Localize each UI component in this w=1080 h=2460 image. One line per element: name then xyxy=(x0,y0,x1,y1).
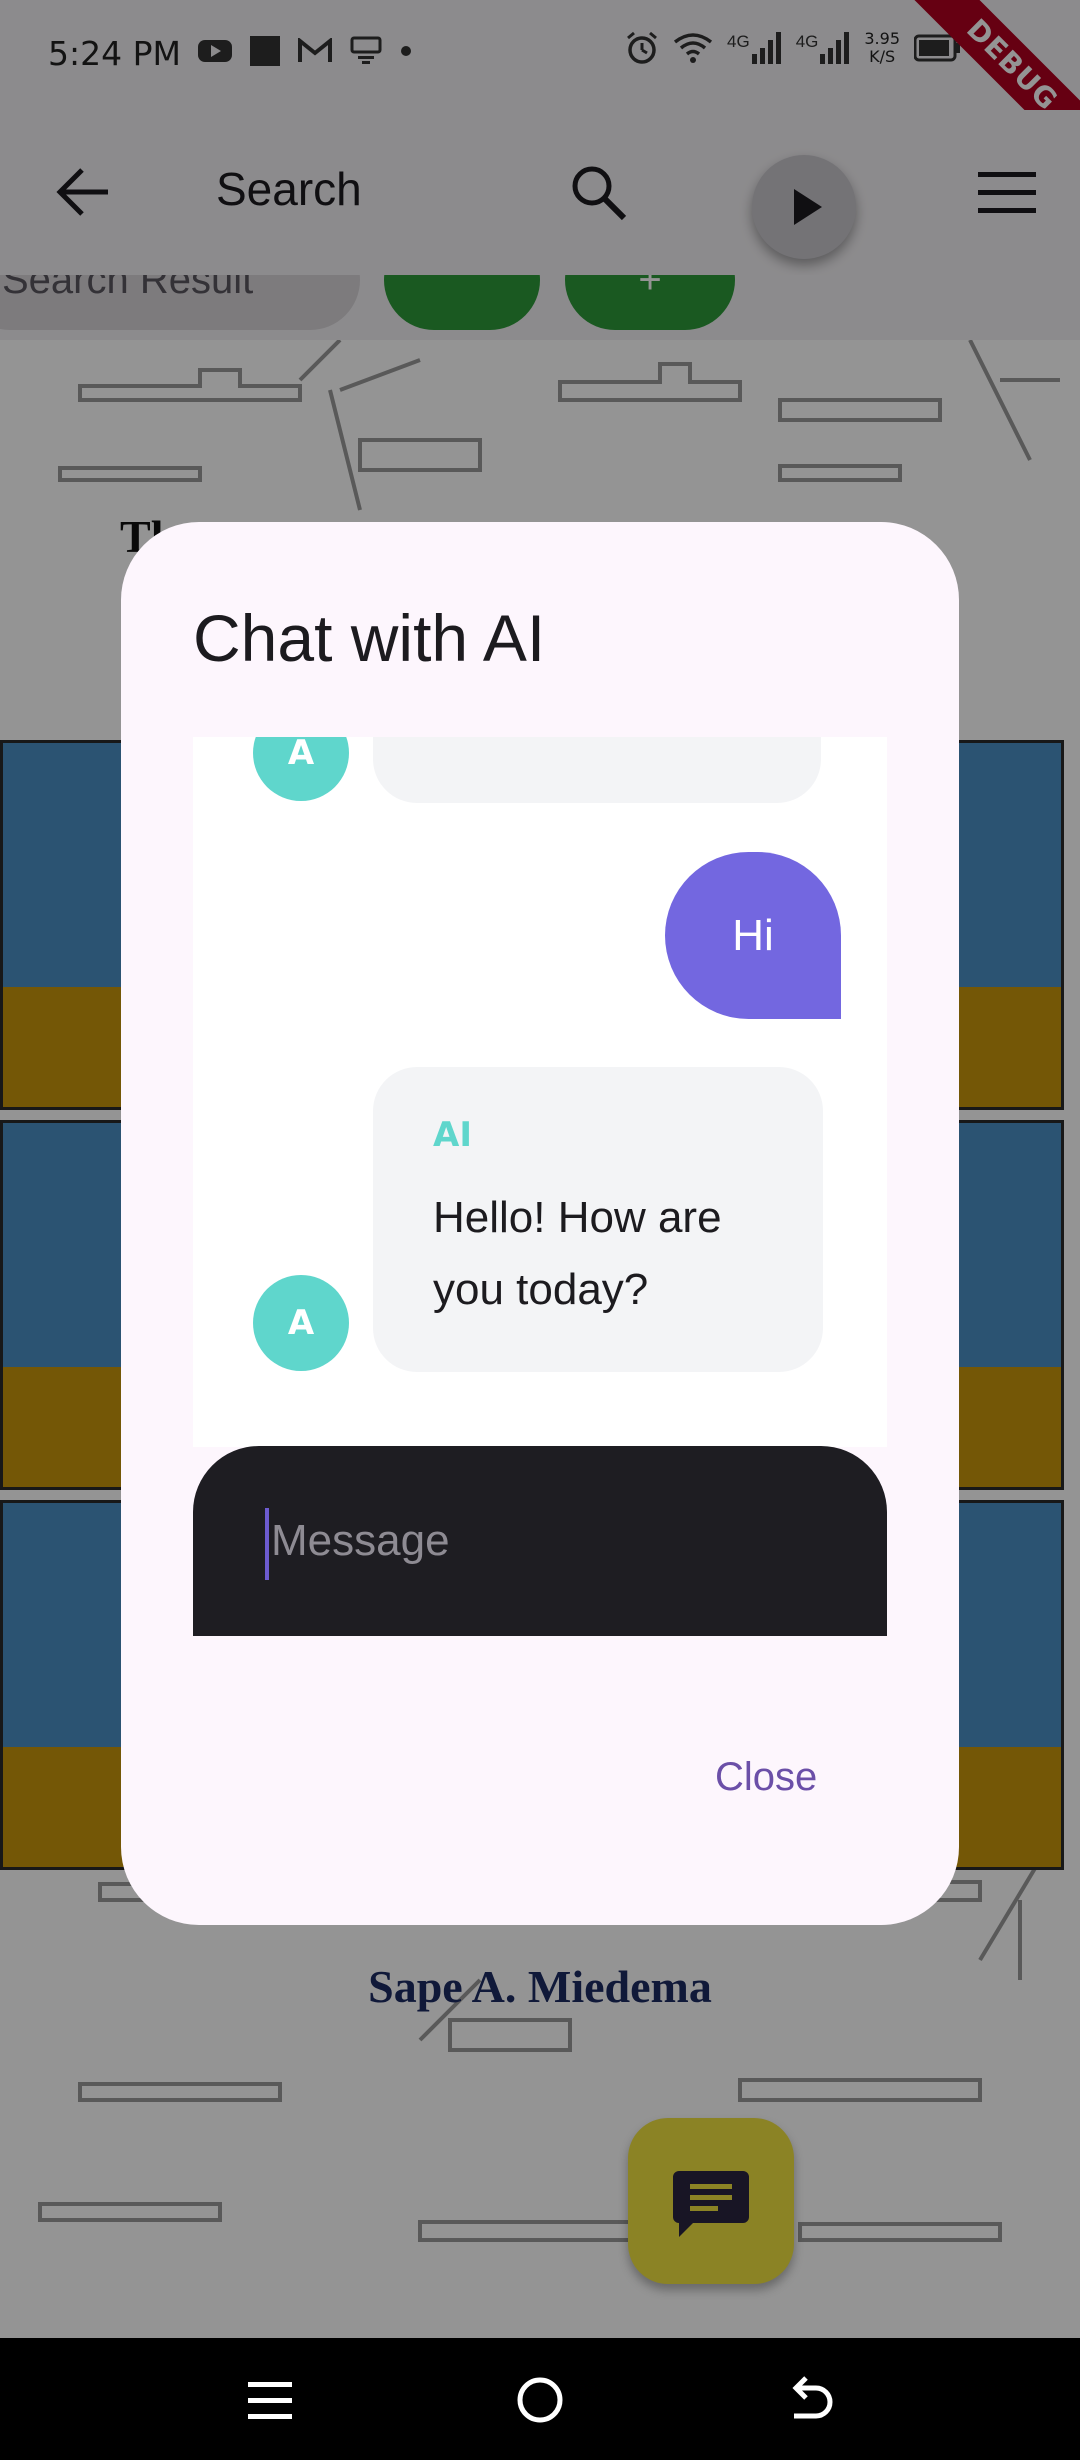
chat-message-list[interactable]: A Hi AI Hello! How are you today? A xyxy=(193,737,887,1447)
dialog-title: Chat with AI xyxy=(193,601,546,675)
app-screen: 5:24 PM 4G 4G 3.95 K/S DEBUG Search Sear… xyxy=(0,0,1080,2460)
system-nav-bar xyxy=(0,2338,1080,2460)
ai-message-bubble: AI Hello! How are you today? xyxy=(373,1067,823,1372)
message-placeholder: Message xyxy=(271,1516,450,1565)
ai-message-text: Hello! How are you today? xyxy=(433,1193,722,1314)
ai-message-bubble xyxy=(373,737,821,803)
text-caret xyxy=(265,1508,269,1580)
back-nav-icon[interactable] xyxy=(784,2374,836,2426)
ai-sender-name: AI xyxy=(433,1115,472,1155)
message-input[interactable]: Message xyxy=(193,1446,887,1636)
close-button[interactable]: Close xyxy=(715,1755,817,1800)
chat-dialog: Chat with AI A Hi AI Hello! How are you … xyxy=(121,522,959,1925)
ai-avatar: A xyxy=(253,737,349,801)
home-icon[interactable] xyxy=(514,2374,566,2426)
recent-apps-icon[interactable] xyxy=(244,2374,296,2426)
user-message-bubble: Hi xyxy=(665,852,841,1019)
ai-avatar: A xyxy=(253,1275,349,1371)
